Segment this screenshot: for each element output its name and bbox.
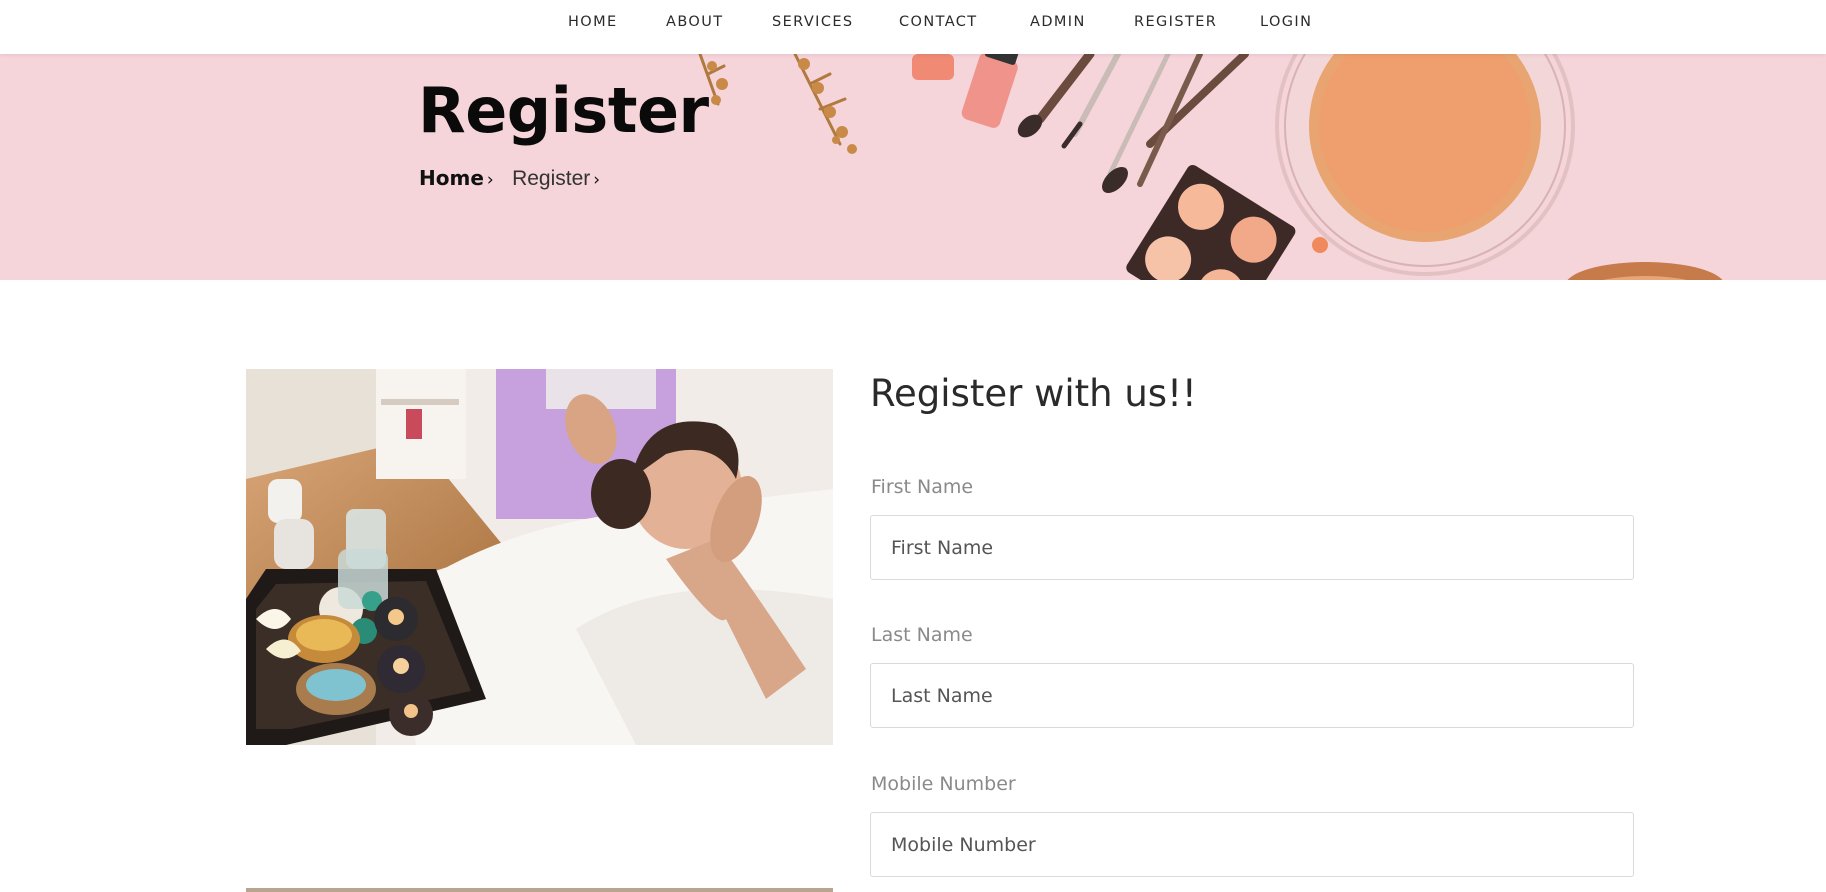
- mobile-number-input[interactable]: [870, 812, 1634, 877]
- breadcrumb-home-link[interactable]: Home: [419, 166, 484, 190]
- cosmetics-decor-image: [698, 54, 1723, 280]
- page-banner: Register Home › Register ›: [0, 54, 1826, 280]
- form-title: Register with us!!: [870, 372, 1197, 415]
- breadcrumb-current: Register: [512, 167, 591, 190]
- mobile-number-label: Mobile Number: [871, 773, 1016, 795]
- page-title: Register: [418, 74, 709, 147]
- last-name-input[interactable]: [870, 663, 1634, 728]
- nav-home[interactable]: HOME: [568, 14, 618, 30]
- breadcrumb-chevron-icon: ›: [486, 170, 494, 190]
- nav-about[interactable]: ABOUT: [666, 14, 724, 30]
- nav-admin[interactable]: ADMIN: [1030, 14, 1086, 30]
- top-nav: HOME ABOUT SERVICES CONTACT ADMIN REGIST…: [0, 0, 1826, 54]
- nav-register[interactable]: REGISTER: [1134, 14, 1217, 30]
- first-name-label: First Name: [871, 476, 974, 498]
- first-name-input[interactable]: [870, 515, 1634, 580]
- last-name-label: Last Name: [871, 624, 973, 646]
- nav-contact[interactable]: CONTACT: [899, 14, 978, 30]
- breadcrumb-chevron-icon: ›: [593, 170, 601, 190]
- second-photo-edge: [246, 888, 833, 892]
- nav-menu: HOME ABOUT SERVICES CONTACT ADMIN REGIST…: [0, 0, 1826, 54]
- nav-services[interactable]: SERVICES: [772, 14, 854, 30]
- spa-massage-photo: [246, 369, 833, 745]
- nav-login[interactable]: LOGIN: [1260, 14, 1312, 30]
- breadcrumb: Home › Register ›: [419, 166, 600, 191]
